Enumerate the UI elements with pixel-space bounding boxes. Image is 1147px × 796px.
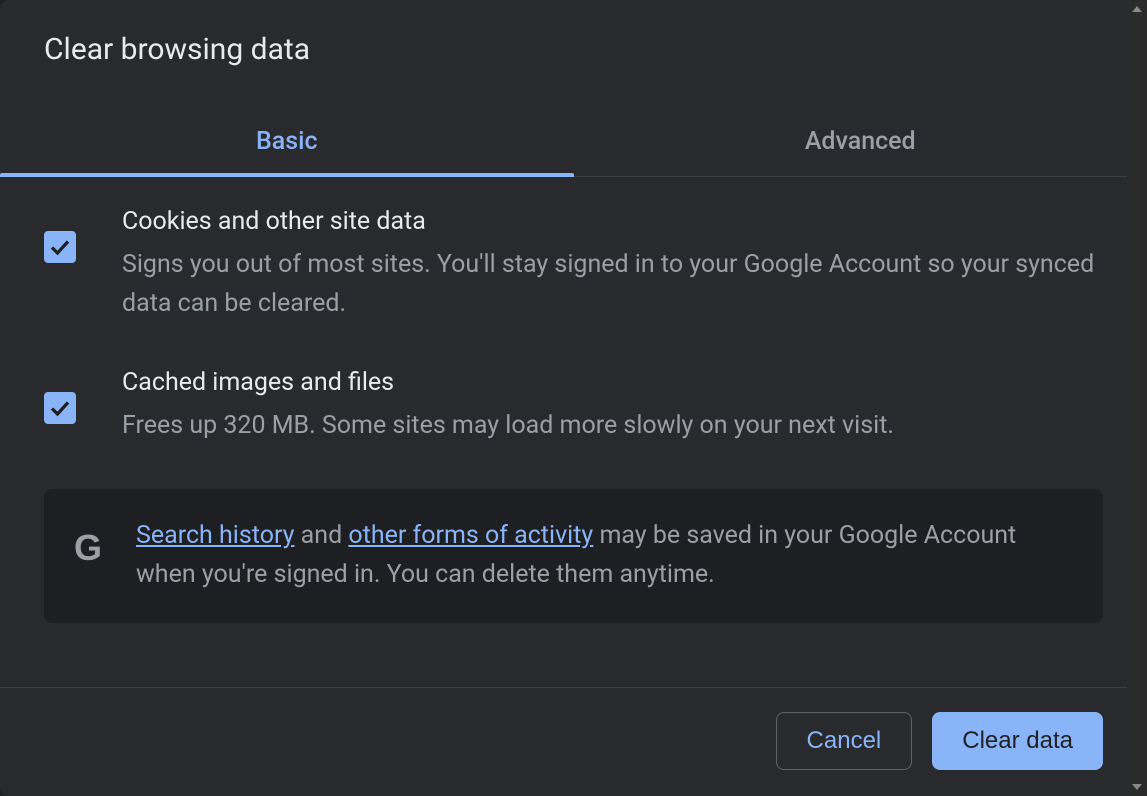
google-g-icon: G (74, 527, 102, 569)
tab-basic-label: Basic (256, 127, 318, 156)
search-history-link[interactable]: Search history (136, 521, 294, 550)
outer-scrollbar[interactable] (1127, 0, 1147, 796)
dialog-footer: Cancel Clear data (0, 687, 1147, 796)
option-cookies-row: Cookies and other site data Signs you ou… (44, 207, 1103, 324)
google-account-info-box: G Search history and other forms of acti… (44, 489, 1103, 623)
cancel-button[interactable]: Cancel (776, 712, 913, 770)
tab-advanced-label: Advanced (805, 127, 916, 156)
scroll-down-arrow-icon[interactable] (1132, 784, 1142, 790)
info-text-mid: and (294, 521, 348, 550)
checkbox-cache[interactable] (44, 392, 76, 424)
tab-basic[interactable]: Basic (0, 109, 574, 176)
info-text: Search history and other forms of activi… (136, 517, 1073, 595)
option-cookies-title: Cookies and other site data (122, 207, 1103, 236)
content-scroll-area[interactable]: Cookies and other site data Signs you ou… (0, 177, 1147, 687)
dialog-header: Clear browsing data (0, 0, 1147, 85)
option-cookies-desc: Signs you out of most sites. You'll stay… (122, 246, 1103, 324)
checkbox-cookies[interactable] (44, 231, 76, 263)
option-cache-row: Cached images and files Frees up 320 MB.… (44, 368, 1103, 446)
clear-browsing-data-dialog: Clear browsing data Basic Advanced Cooki… (0, 0, 1147, 796)
outer-scroll-track[interactable] (1127, 12, 1147, 784)
option-cache-title: Cached images and files (122, 368, 1103, 397)
option-cache-desc: Frees up 320 MB. Some sites may load mor… (122, 407, 1103, 446)
tabs-bar: Basic Advanced (0, 109, 1147, 177)
other-activity-link[interactable]: other forms of activity (348, 521, 593, 550)
option-cache-text: Cached images and files Frees up 320 MB.… (122, 368, 1103, 446)
check-icon (48, 235, 72, 259)
check-icon (48, 396, 72, 420)
clear-data-button[interactable]: Clear data (932, 712, 1103, 770)
tab-advanced[interactable]: Advanced (574, 109, 1147, 176)
dialog-title: Clear browsing data (44, 32, 1103, 67)
option-cookies-text: Cookies and other site data Signs you ou… (122, 207, 1103, 324)
